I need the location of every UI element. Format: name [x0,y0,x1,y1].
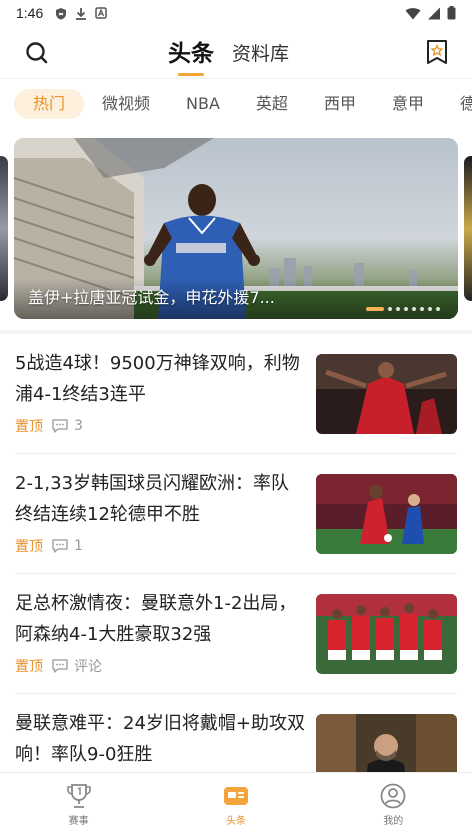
next-slide-peek[interactable] [464,156,472,301]
nav-headlines-label: 头条 [225,816,246,827]
news-title: 足总杯激情夜：曼联意外1-2出局，阿森纳4-1大胜豪取32强 [15,593,297,645]
news-thumbnail [316,354,457,434]
trophy-icon [66,784,91,808]
pinned-tag: 置顶 [15,539,43,555]
comment-count: 评论 [51,656,102,676]
wifi-icon [405,7,421,19]
nav-matches-label: 赛事 [68,816,89,827]
previous-slide-peek[interactable] [0,156,8,301]
comment-count: 3 [51,418,83,434]
profile-icon [380,783,406,809]
category-la-liga[interactable]: 西甲 [306,89,374,119]
bookmark-icon [427,40,447,64]
category-serie-a[interactable]: 意甲 [374,89,442,119]
battery-icon [447,6,456,20]
pinned-tag: 置顶 [15,659,43,675]
category-premier-league[interactable]: 英超 [238,89,306,119]
comment-icon [52,539,68,553]
tab-headlines[interactable]: 头条 [168,34,214,76]
news-thumbnail [316,594,457,674]
signal-icon [428,7,440,19]
nav-headlines[interactable]: 头条 [157,773,314,839]
carousel-dot [436,307,440,311]
pinned-tag: 置顶 [15,419,43,435]
carousel-dot [396,307,400,311]
top-header: 头条 资料库 [0,26,472,78]
news-thumbnail [316,714,457,772]
category-micro-video[interactable]: 微视频 [84,89,168,119]
news-item[interactable]: 2-1,33岁韩国球员闪耀欧洲：率队终结连续12轮德甲不胜 置顶 1 [0,454,472,574]
carousel-dot [388,307,392,311]
comment-count-text: 1 [74,538,83,554]
search-icon [26,42,48,64]
category-bar: 热门 微视频 NBA 英超 西甲 意甲 德 [0,78,472,128]
comment-count-text: 评论 [74,659,102,675]
news-item[interactable]: 曼联意难平：24岁旧将戴帽+助攻双响！率队9-0狂胜 [0,694,472,772]
tab-database[interactable]: 资料库 [232,39,289,76]
news-item[interactable]: 5战造4球！9500万神锋双响，利物浦4-1终结3连平 置顶 3 [0,334,472,454]
title-tabs: 头条 资料库 [168,34,289,76]
news-meta: 置顶 1 [15,536,83,556]
carousel-indicator [366,307,440,311]
carousel-dot [428,307,432,311]
status-bar: 1:46 [0,0,472,26]
nav-matches[interactable]: 赛事 [0,773,157,839]
status-time: 1:46 [16,5,44,21]
comment-icon [52,419,68,433]
banner-caption: 盖伊+拉唐亚冠试金，申花外援7... [28,288,275,307]
app-status-icon [95,7,107,19]
news-thumbnail [316,474,457,554]
news-meta: 置顶 3 [15,416,83,436]
banner-slide[interactable]: 盖伊+拉唐亚冠试金，申花外援7... [14,138,458,319]
comment-count: 1 [51,538,83,554]
news-feed: 5战造4球！9500万神锋双响，利物浦4-1终结3连平 置顶 3 2-1,33岁… [0,334,472,772]
comment-icon [52,659,68,673]
nav-profile[interactable]: 我的 [315,773,472,839]
comment-count-text: 3 [74,418,83,434]
news-meta: 置顶 评论 [15,656,102,676]
news-item[interactable]: 足总杯激情夜：曼联意外1-2出局，阿森纳4-1大胜豪取32强 置顶 评论 [0,574,472,694]
shield-status-icon [56,7,67,19]
carousel-dot [404,307,408,311]
news-title: 曼联意难平：24岁旧将戴帽+助攻双响！率队9-0狂胜 [15,713,305,765]
favorites-button[interactable] [424,38,450,66]
carousel-dot-active [366,307,384,311]
news-title: 2-1,33岁韩国球员闪耀欧洲：率队终结连续12轮德甲不胜 [15,473,290,525]
category-hot[interactable]: 热门 [14,89,85,119]
category-nba[interactable]: NBA [168,89,238,119]
category-bundesliga[interactable]: 德 [442,89,472,119]
news-icon [223,787,248,805]
carousel-dot [420,307,424,311]
banner-carousel: 盖伊+拉唐亚冠试金，申花外援7... [0,128,472,330]
nav-profile-label: 我的 [383,816,404,827]
download-status-icon [76,7,87,20]
news-title: 5战造4球！9500万神锋双响，利物浦4-1终结3连平 [15,353,300,405]
bottom-nav: 赛事 头条 我的 [0,772,472,839]
search-button[interactable] [22,38,52,68]
carousel-dot [412,307,416,311]
